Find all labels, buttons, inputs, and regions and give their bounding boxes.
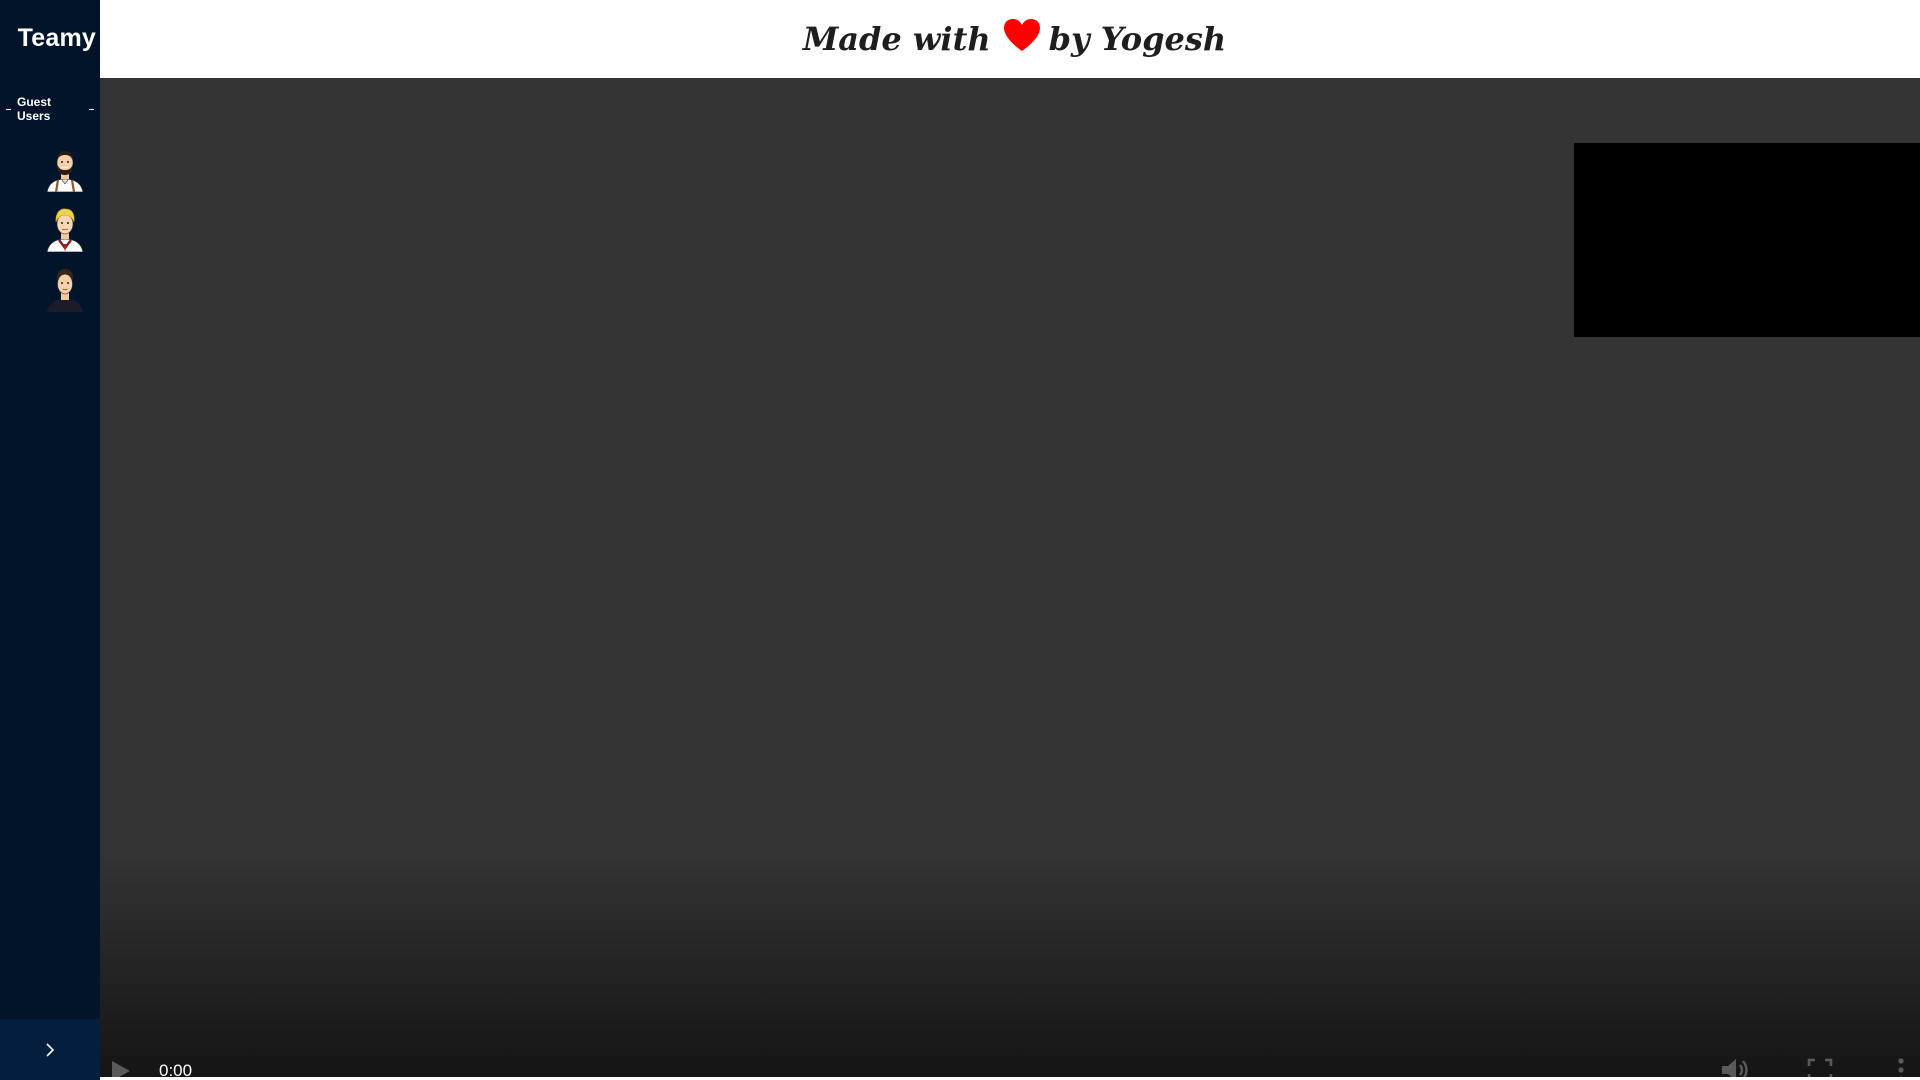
credit-suffix: by Yogesh	[1048, 20, 1227, 58]
guest-user-list	[41, 144, 89, 312]
brand-title: Teamy	[17, 24, 96, 52]
header-bar: Made with by Yogesh	[100, 0, 1920, 78]
guest-users-label: Guest Users	[17, 95, 52, 123]
dark-hair-man-avatar-icon[interactable]	[41, 264, 89, 312]
remote-video[interactable]: 0:00	[100, 78, 1920, 1077]
credit-prefix: Made with	[802, 20, 991, 58]
bearded-man-avatar-icon[interactable]	[41, 144, 89, 192]
video-controls-gradient	[100, 857, 1920, 1077]
volume-icon[interactable]	[1720, 1057, 1754, 1077]
credit-text: Made with by Yogesh	[803, 18, 1226, 60]
video-controls: 0:00	[100, 1049, 1920, 1077]
more-vertical-icon[interactable]	[1895, 1057, 1907, 1077]
blonde-man-avatar-icon[interactable]	[41, 204, 89, 252]
heart-icon	[1003, 19, 1040, 51]
sidebar: Teamy Guest Users	[0, 0, 100, 1080]
heading-dash-right	[89, 108, 94, 110]
chevron-right-icon	[46, 1042, 55, 1057]
time-display: 0:00	[159, 1061, 193, 1077]
sidebar-expand-button[interactable]	[0, 1019, 100, 1080]
heading-dash-left	[6, 108, 11, 110]
fullscreen-icon[interactable]	[1807, 1058, 1833, 1077]
play-icon[interactable]	[110, 1059, 132, 1077]
local-video-preview[interactable]	[1574, 143, 1920, 337]
app-root: Teamy Guest Users Made with by Yogesh 0:…	[0, 0, 1920, 1080]
guest-users-heading: Guest Users	[0, 95, 100, 123]
